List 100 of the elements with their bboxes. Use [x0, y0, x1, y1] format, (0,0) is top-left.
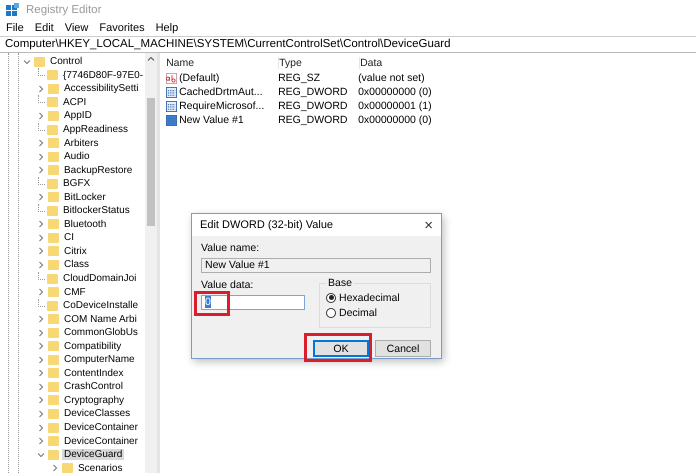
folder-icon — [48, 314, 59, 324]
chevron-right-icon[interactable] — [37, 84, 45, 93]
tree-item[interactable]: Audio — [62, 151, 92, 162]
tree-item[interactable]: CloudDomainJoi — [61, 273, 138, 284]
folder-icon — [62, 463, 73, 473]
folder-icon — [48, 450, 59, 460]
folder-icon — [48, 408, 59, 419]
tree-item[interactable]: Class — [62, 259, 92, 270]
chevron-right-icon[interactable] — [37, 369, 45, 378]
folder-icon — [48, 436, 59, 446]
tree-item[interactable]: Compatibility — [62, 340, 124, 352]
chevron-right-icon[interactable] — [37, 424, 45, 432]
tree-item[interactable]: AppReadiness — [61, 124, 130, 135]
chevron-right-icon[interactable] — [37, 139, 45, 148]
value-data: 0x00000000 (0) — [358, 86, 433, 98]
scrollbar[interactable] — [145, 53, 158, 473]
menu-item[interactable]: Help — [156, 22, 178, 34]
folder-icon — [48, 152, 59, 162]
tree-item[interactable]: Bluetooth — [62, 218, 108, 230]
tree-item[interactable]: Scenarios — [76, 462, 124, 473]
folder-icon — [48, 341, 59, 352]
chevron-right-icon[interactable] — [37, 288, 45, 296]
chevron-right-icon[interactable] — [37, 193, 45, 202]
value-data: 0x00000000 (0) — [358, 114, 433, 126]
chevron-right-icon[interactable] — [37, 342, 45, 350]
menu-item[interactable]: File — [6, 22, 24, 34]
tree-item[interactable]: AccessibilitySetti — [62, 83, 140, 94]
chevron-down-icon[interactable] — [37, 450, 45, 459]
tree-item[interactable]: CoDeviceInstalle — [61, 300, 140, 312]
chevron-right-icon[interactable] — [37, 166, 45, 174]
folder-icon — [48, 422, 59, 433]
address-bar[interactable]: Computer\HKEY_LOCAL_MACHINE\SYSTEM\CurrentControlSet\Control\DeviceGuard — [0, 36, 696, 53]
radio-button[interactable] — [326, 292, 336, 302]
tree-item[interactable]: DeviceGuard — [62, 449, 124, 460]
folder-icon — [48, 219, 59, 230]
tree-item[interactable]: Cryptography — [62, 394, 126, 406]
chevron-right-icon[interactable] — [37, 328, 45, 337]
tree-item[interactable]: {7746D80F-97E0- — [61, 70, 146, 81]
value-name-field[interactable]: New Value #1 — [201, 258, 431, 273]
chevron-right-icon[interactable] — [37, 356, 45, 364]
value-name: (Default) — [179, 72, 220, 84]
menu-item[interactable]: Edit — [34, 22, 54, 34]
chevron-right-icon[interactable] — [51, 464, 59, 472]
value-type: REG_DWORD — [278, 86, 348, 98]
dialog-button[interactable]: OK — [313, 340, 369, 357]
chevron-right-icon[interactable] — [37, 437, 45, 446]
tree-item[interactable]: CMF — [62, 286, 88, 298]
string-value-icon — [166, 72, 178, 84]
tree-item[interactable]: CommonGlobUs — [62, 327, 140, 338]
tree-item[interactable]: DeviceContainer — [62, 422, 140, 434]
menu-item[interactable]: View — [64, 22, 88, 34]
menu-item[interactable]: Favorites — [99, 22, 145, 34]
close-button[interactable]: × — [424, 216, 433, 234]
tree-item[interactable]: ComputerName — [62, 354, 137, 366]
chevron-right-icon[interactable] — [37, 152, 45, 161]
dialog-button[interactable]: Cancel — [375, 340, 431, 357]
folder-icon — [48, 84, 59, 94]
tree-item[interactable]: Arbiters — [62, 138, 100, 149]
tree-item[interactable]: CI — [62, 232, 76, 244]
scrollbar-thumb[interactable] — [147, 98, 156, 226]
radio-label[interactable]: Hexadecimal — [339, 292, 400, 304]
chevron-right-icon[interactable] — [37, 247, 45, 256]
value-name: CachedDrtmAut... — [179, 86, 263, 98]
value-data-field[interactable]: 0 — [201, 295, 305, 310]
chevron-right-icon[interactable] — [37, 382, 45, 391]
tree-item[interactable]: DeviceClasses — [62, 408, 132, 420]
dialog-title: Edit DWORD (32-bit) Value — [200, 219, 334, 231]
binary-value-icon — [166, 114, 178, 126]
tree-item[interactable]: ACPI — [61, 96, 88, 108]
tree-item[interactable]: DeviceContainer — [62, 436, 140, 447]
chevron-down-icon[interactable] — [23, 58, 31, 66]
chevron-right-icon[interactable] — [37, 234, 45, 242]
value-name: RequireMicrosof... — [179, 100, 264, 112]
chevron-right-icon[interactable] — [37, 396, 45, 404]
column-header[interactable]: Type — [279, 57, 360, 69]
radio-button[interactable] — [326, 308, 336, 318]
folder-icon — [47, 206, 58, 216]
column-header[interactable]: Data — [360, 57, 696, 69]
chevron-right-icon[interactable] — [37, 260, 45, 269]
chevron-right-icon[interactable] — [37, 220, 45, 228]
tree-item[interactable]: BitlockerStatus — [61, 205, 132, 216]
radio-label[interactable]: Decimal — [339, 306, 377, 318]
column-header[interactable]: Name — [166, 57, 280, 69]
tree-item[interactable]: CrashControl — [62, 381, 125, 392]
tree-item[interactable]: Citrix — [62, 246, 89, 257]
tree-item[interactable]: ContentIndex — [62, 368, 126, 379]
value-data: (value not set) — [358, 72, 426, 84]
tree-item[interactable]: COM Name Arbi — [62, 314, 139, 325]
chevron-right-icon[interactable] — [37, 315, 45, 324]
tree-item[interactable]: BitLocker — [62, 192, 108, 203]
tree-item[interactable]: BackupRestore — [62, 164, 134, 176]
folder-icon — [48, 395, 59, 406]
chevron-right-icon[interactable] — [37, 112, 45, 120]
tree-item[interactable]: Control — [48, 56, 84, 68]
folder-icon — [34, 56, 45, 67]
folder-icon — [48, 110, 59, 121]
chevron-right-icon[interactable] — [37, 410, 45, 418]
folder-icon — [48, 287, 59, 298]
tree-item[interactable]: AppID — [62, 110, 94, 122]
tree-item[interactable]: BGFX — [61, 178, 92, 190]
